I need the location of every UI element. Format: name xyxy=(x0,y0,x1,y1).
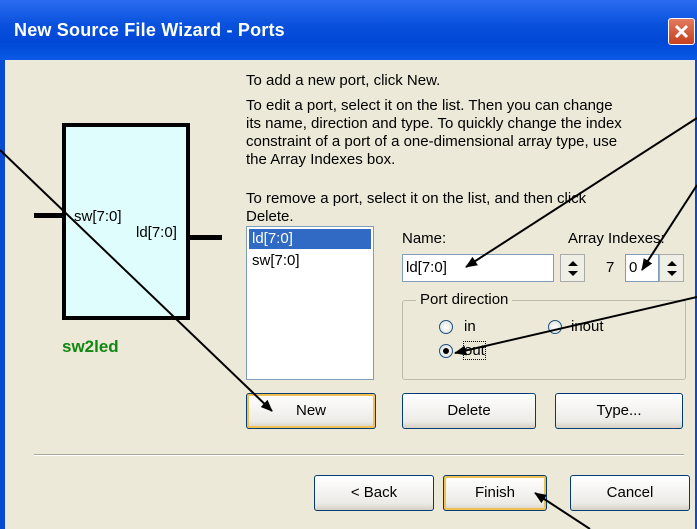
close-button[interactable] xyxy=(668,18,695,45)
name-input[interactable]: ld[7:0] xyxy=(402,254,554,282)
radio-in[interactable] xyxy=(439,320,453,334)
window-title: New Source File Wizard - Ports xyxy=(14,20,285,40)
low-index-input[interactable]: 0 xyxy=(625,254,659,282)
symbol-input-label: sw[7:0] xyxy=(74,208,122,225)
instruction-remove-2: Delete. xyxy=(246,208,294,225)
spin-down-icon xyxy=(568,271,578,276)
separator xyxy=(34,454,684,456)
list-item[interactable]: sw[7:0] xyxy=(247,251,373,271)
instruction-edit-4: the Array Indexes box. xyxy=(246,151,396,168)
back-button[interactable]: < Back xyxy=(314,475,434,511)
radio-inout[interactable] xyxy=(548,320,562,334)
name-label: Name: xyxy=(402,230,447,247)
spin-up-icon xyxy=(568,261,578,266)
cancel-button[interactable]: Cancel xyxy=(570,475,690,511)
array-indexes-label: Array Indexes: xyxy=(568,230,665,247)
instruction-add: To add a new port, click New. xyxy=(246,72,441,89)
instruction-edit-3: constraint of a port of a one-dimensiona… xyxy=(246,133,618,150)
low-index-spinner[interactable] xyxy=(659,254,684,282)
symbol-output-label: ld[7:0] xyxy=(136,224,177,241)
title-bar: New Source File Wizard - Ports xyxy=(0,0,697,60)
radio-in-label[interactable]: in xyxy=(464,318,476,335)
spin-down-icon xyxy=(667,271,677,276)
symbol-name: sw2led xyxy=(62,337,119,356)
delete-button[interactable]: Delete xyxy=(402,393,536,429)
radio-out-label[interactable]: out xyxy=(463,341,486,360)
port-direction-group xyxy=(402,300,686,380)
port-direction-title: Port direction xyxy=(416,291,513,308)
radio-inout-label[interactable]: inout xyxy=(571,318,604,335)
spin-up-icon xyxy=(667,261,677,266)
close-icon xyxy=(674,24,689,39)
input-pin xyxy=(34,213,64,218)
port-list[interactable]: ld[7:0] sw[7:0] xyxy=(246,226,374,380)
high-index-value[interactable]: 7 xyxy=(606,259,614,276)
output-pin xyxy=(188,235,222,240)
radio-out[interactable] xyxy=(439,344,453,358)
finish-button[interactable]: Finish xyxy=(443,475,547,511)
instruction-edit-2: its name, direction and type. To quickly… xyxy=(246,115,622,132)
instruction-remove-1: To remove a port, select it on the list,… xyxy=(246,190,587,207)
new-button[interactable]: New xyxy=(246,393,376,429)
type-button[interactable]: Type... xyxy=(555,393,683,429)
high-index-spinner[interactable] xyxy=(560,254,585,282)
instruction-edit-1: To edit a port, select it on the list. T… xyxy=(246,97,613,114)
list-item[interactable]: ld[7:0] xyxy=(249,229,371,249)
